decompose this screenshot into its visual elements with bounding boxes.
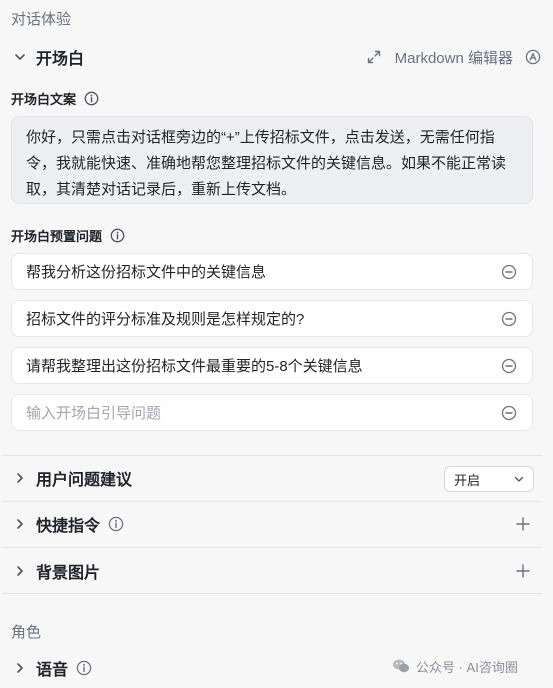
select-value: 开启 (454, 472, 481, 488)
section-label-dialog: 对话体验 (11, 11, 72, 28)
remove-circle-icon[interactable] (500, 263, 518, 281)
ai-icon[interactable] (525, 49, 541, 65)
divider (3, 501, 542, 502)
chevron-right-icon[interactable] (8, 559, 32, 583)
watermark: 公众号 · AI咨询圈 (392, 656, 518, 676)
add-background-button[interactable] (514, 562, 532, 580)
divider (3, 455, 542, 456)
preset-question-input[interactable]: 输入开场白引导问题 (11, 394, 533, 431)
background-header[interactable]: 背景图片 (0, 559, 541, 583)
wechat-icon (392, 658, 410, 674)
user-suggestions-title: 用户问题建议 (36, 472, 133, 489)
watermark-text: 公众号 · AI咨询圈 (416, 659, 518, 675)
expand-icon[interactable] (367, 50, 381, 64)
preset-question-text[interactable]: 帮我分析这份招标文件中的关键信息 (26, 261, 500, 282)
remove-circle-icon[interactable] (500, 310, 518, 328)
opening-header[interactable]: 开场白 Markdown 编辑器 (0, 45, 541, 69)
voice-title: 语音 (36, 662, 69, 679)
shortcuts-title: 快捷指令 (36, 518, 101, 535)
preset-question-item[interactable]: 帮我分析这份招标文件中的关键信息 (11, 253, 533, 290)
preset-question-item[interactable]: 招标文件的评分标准及规则是怎样规定的? (11, 300, 533, 337)
shortcuts-header[interactable]: 快捷指令 (0, 512, 541, 536)
preset-question-text[interactable]: 请帮我整理出这份招标文件最重要的5-8个关键信息 (26, 355, 500, 376)
opening-copy-label-text: 开场白文案 (11, 92, 77, 107)
remove-circle-icon[interactable] (500, 357, 518, 375)
remove-circle-icon[interactable] (500, 404, 518, 422)
preset-questions-label: 开场白预置问题 (11, 226, 125, 245)
user-suggestions-select[interactable]: 开启 (444, 466, 534, 492)
info-icon[interactable] (76, 660, 92, 676)
info-icon[interactable] (84, 91, 99, 106)
plus-icon (516, 517, 530, 531)
info-icon[interactable] (110, 228, 125, 243)
opening-copy-label: 开场白文案 (11, 89, 99, 108)
chevron-down-icon (513, 473, 525, 485)
preset-question-item[interactable]: 请帮我整理出这份招标文件最重要的5-8个关键信息 (11, 347, 533, 384)
chevron-down-icon[interactable] (8, 45, 32, 69)
plus-icon (516, 564, 530, 578)
preset-question-placeholder[interactable]: 输入开场白引导问题 (26, 402, 500, 423)
preset-questions-label-text: 开场白预置问题 (11, 229, 103, 244)
divider (3, 593, 542, 594)
opening-copy-textarea[interactable]: 你好，只需点击对话框旁边的“+”上传招标文件，点击发送，无需任何指令，我就能快速… (11, 116, 533, 204)
chevron-right-icon[interactable] (8, 656, 32, 680)
section-label-role: 角色 (11, 624, 42, 641)
markdown-editor-label[interactable]: Markdown 编辑器 (395, 47, 513, 68)
divider (3, 547, 542, 548)
preset-question-text[interactable]: 招标文件的评分标准及规则是怎样规定的? (26, 308, 500, 329)
opening-title: 开场白 (36, 51, 85, 68)
chevron-right-icon[interactable] (8, 512, 32, 536)
add-shortcut-button[interactable] (514, 515, 532, 533)
info-icon[interactable] (108, 516, 124, 532)
chevron-right-icon[interactable] (8, 466, 32, 490)
background-title: 背景图片 (36, 565, 101, 582)
